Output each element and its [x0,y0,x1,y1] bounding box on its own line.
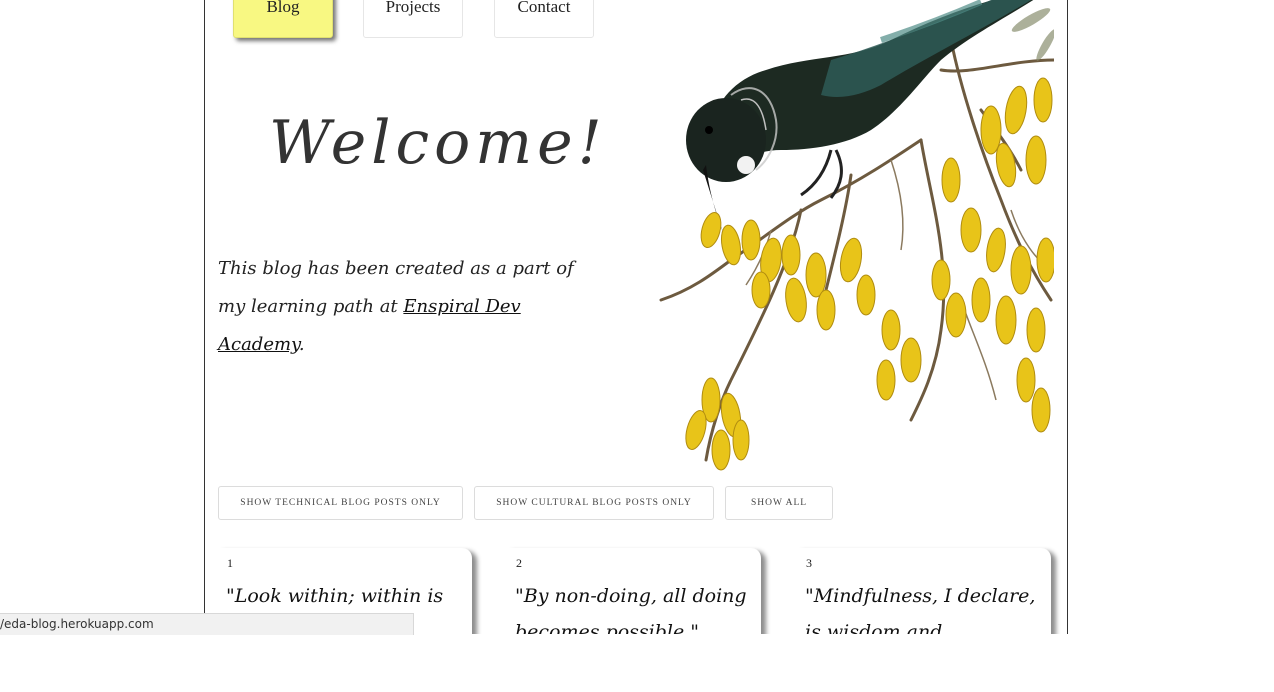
page-container: Blog Projects Contact Welcome! This blog… [204,0,1068,634]
page-title: Welcome! [269,108,607,178]
browser-status-bar: /eda-blog.herokuapp.com [0,613,414,635]
post-quote: "Mindfulness, I declare, is wisdom and..… [805,585,1036,634]
nav-blog[interactable]: Blog [233,0,333,38]
tui-bird-image [659,0,1054,471]
filter-technical-button[interactable]: SHOW TECHNICAL BLOG POSTS ONLY [218,486,463,520]
nav-contact[interactable]: Contact [494,0,594,38]
intro-end: . [298,334,305,355]
nav-projects[interactable]: Projects [363,0,463,38]
post-number: 1 [227,556,233,570]
post-card-2[interactable]: 2 "By non-doing, all doing becomes possi… [507,548,761,634]
post-quote: "By non-doing, all doing becomes possibl… [515,585,747,634]
post-card-3[interactable]: 3 "Mindfulness, I declare, is wisdom and… [797,548,1051,634]
filter-cultural-button[interactable]: SHOW CULTURAL BLOG POSTS ONLY [474,486,714,520]
blank-area [0,635,1274,692]
post-number: 2 [516,556,522,570]
post-number: 3 [806,556,812,570]
show-all-button[interactable]: SHOW ALL [725,486,833,520]
intro-paragraph: This blog has been created as a part of … [218,250,598,364]
